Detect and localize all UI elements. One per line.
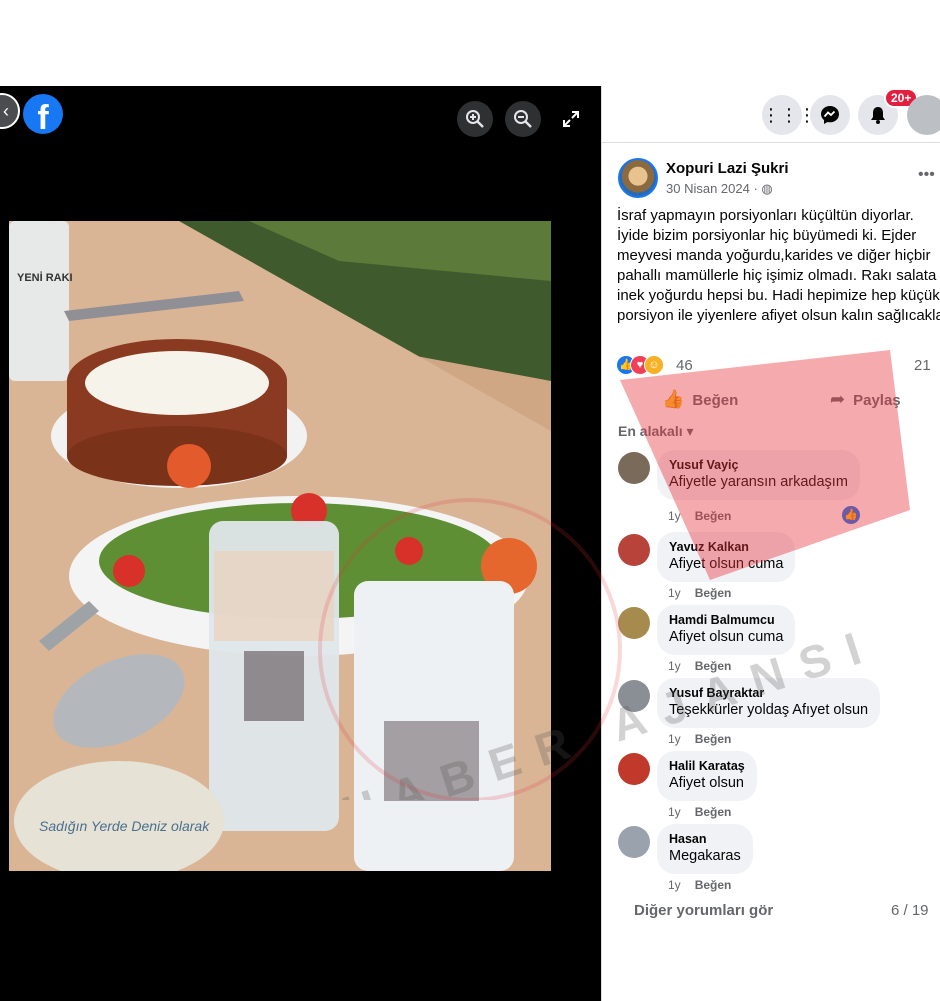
caret-down-icon: ▾ bbox=[686, 423, 694, 439]
comment-avatar[interactable] bbox=[618, 826, 650, 858]
messenger-button[interactable] bbox=[810, 95, 850, 135]
facebook-logo[interactable]: f bbox=[23, 94, 63, 134]
zoom-in-button[interactable] bbox=[457, 101, 493, 137]
bell-icon bbox=[871, 107, 885, 124]
comment-bubble: Yusuf Bayraktar Teşekkürler yoldaş Afıye… bbox=[657, 678, 881, 728]
post-author-name[interactable]: Xopuri Lazi Şukri bbox=[666, 160, 789, 177]
glass-label: YENİ RAKI bbox=[17, 271, 73, 284]
comment-bubble: Yavuz Kalkan Afiyet olsun cuma bbox=[657, 532, 796, 582]
comment-like-button[interactable]: Beğen bbox=[695, 805, 732, 819]
reaction-count[interactable]: 46 bbox=[676, 357, 693, 374]
comment-text: Megakaras bbox=[669, 848, 741, 864]
more-options-icon[interactable]: ••• bbox=[918, 166, 935, 184]
comment-meta: 1y Beğen bbox=[668, 659, 732, 673]
comment-bubble: Yusuf Vayiç Afiyetle yaransın arkadaşım bbox=[657, 450, 860, 500]
fullscreen-icon bbox=[563, 111, 579, 127]
comment-author[interactable]: Yusuf Vayiç bbox=[669, 457, 848, 473]
post-text: İsraf yapmayın porsiyonları küçültün diy… bbox=[617, 207, 940, 324]
comment-like-button[interactable]: Beğen bbox=[695, 878, 732, 892]
comment-author[interactable]: Halil Karataş bbox=[669, 758, 745, 774]
close-icon: ‹ bbox=[3, 101, 9, 121]
comment-like-button[interactable]: Beğen bbox=[695, 586, 732, 600]
comment-author[interactable]: Yusuf Bayraktar bbox=[669, 685, 868, 701]
comment-meta: 1y Beğen bbox=[668, 805, 732, 819]
view-more-comments-link[interactable]: Diğer yorumları gör bbox=[634, 902, 773, 919]
panel-header: ⋮⋮⋮ 20+ bbox=[602, 86, 940, 143]
fullscreen-button[interactable] bbox=[553, 101, 589, 137]
comment-text: Teşekkürler yoldaş Afıyet olsun bbox=[669, 702, 869, 718]
plate-text: Sadığın Yerde Deniz olarak bbox=[39, 818, 210, 834]
comment-bubble: Hamdi Balmumcu Afiyet olsun cuma bbox=[657, 605, 796, 655]
comment-like-badge[interactable]: 👍 bbox=[840, 504, 862, 526]
comment-meta: 1y Beğen bbox=[668, 878, 732, 892]
food-table-image: YENİ RAKI Sadığın Yerde Deniz olarak bbox=[9, 221, 551, 871]
account-avatar[interactable] bbox=[907, 95, 940, 135]
comment-avatar[interactable] bbox=[618, 753, 650, 785]
zoom-out-icon bbox=[514, 110, 532, 128]
post-panel: ⋮⋮⋮ 20+ Xopuri Lazi Şukri 30 Nisan 2024 … bbox=[601, 86, 940, 1001]
comment-pager: 6 / 19 bbox=[891, 902, 929, 919]
comment-author[interactable]: Hasan bbox=[669, 831, 741, 847]
care-reaction-icon: ☺ bbox=[644, 355, 664, 375]
post-author-avatar[interactable] bbox=[618, 158, 658, 198]
post-date[interactable]: 30 Nisan 2024 · ◍ bbox=[666, 181, 773, 197]
zoom-in-icon bbox=[466, 110, 484, 128]
comment-bubble: Halil Karataş Afiyet olsun bbox=[657, 751, 757, 801]
comment-text: Afiyet olsun cuma bbox=[669, 629, 784, 645]
comment-text: Afiyetle yaransın arkadaşım bbox=[669, 474, 848, 490]
post-photo[interactable]: YENİ RAKI Sadığın Yerde Deniz olarak bbox=[9, 221, 551, 871]
comment-bubble: Hasan Megakaras bbox=[657, 824, 753, 874]
comment-meta: 1y Beğen bbox=[668, 586, 732, 600]
comment-meta: 1y Beğen bbox=[668, 509, 732, 523]
comment-avatar[interactable] bbox=[618, 607, 650, 639]
comment-text: Afiyet olsun cuma bbox=[669, 556, 784, 572]
comment-author[interactable]: Hamdi Balmumcu bbox=[669, 612, 783, 628]
comment-meta: 1y Beğen bbox=[668, 732, 732, 746]
comment-sort-dropdown[interactable]: En alakalı ▾ bbox=[618, 423, 694, 440]
messenger-icon bbox=[821, 106, 839, 124]
share-button[interactable]: ➦ Paylaş bbox=[830, 389, 901, 410]
comment-avatar[interactable] bbox=[618, 452, 650, 484]
comment-like-button[interactable]: Beğen bbox=[695, 509, 732, 523]
comment-text: Afiyet olsun bbox=[669, 775, 744, 791]
comment-like-button[interactable]: Beğen bbox=[695, 732, 732, 746]
comment-count[interactable]: 21 bbox=[914, 357, 931, 374]
zoom-out-button[interactable] bbox=[505, 101, 541, 137]
comment-like-button[interactable]: Beğen bbox=[695, 659, 732, 673]
globe-icon: ◍ bbox=[761, 181, 773, 196]
share-icon: ➦ bbox=[830, 389, 846, 409]
comment-avatar[interactable] bbox=[618, 534, 650, 566]
top-blank-area bbox=[0, 0, 940, 86]
thumbs-up-icon: 👍 bbox=[662, 389, 685, 409]
menu-grid-icon: ⋮⋮⋮ bbox=[762, 105, 816, 125]
photo-viewer: ‹ f YENİ RAKI Sadığın Yerde Deniz olarak bbox=[0, 86, 601, 1001]
comment-avatar[interactable] bbox=[618, 680, 650, 712]
comment-author[interactable]: Yavuz Kalkan bbox=[669, 539, 783, 555]
close-viewer-button[interactable]: ‹ bbox=[0, 93, 20, 129]
like-button[interactable]: 👍 Beğen bbox=[662, 389, 738, 410]
menu-button[interactable]: ⋮⋮⋮ bbox=[762, 95, 816, 135]
